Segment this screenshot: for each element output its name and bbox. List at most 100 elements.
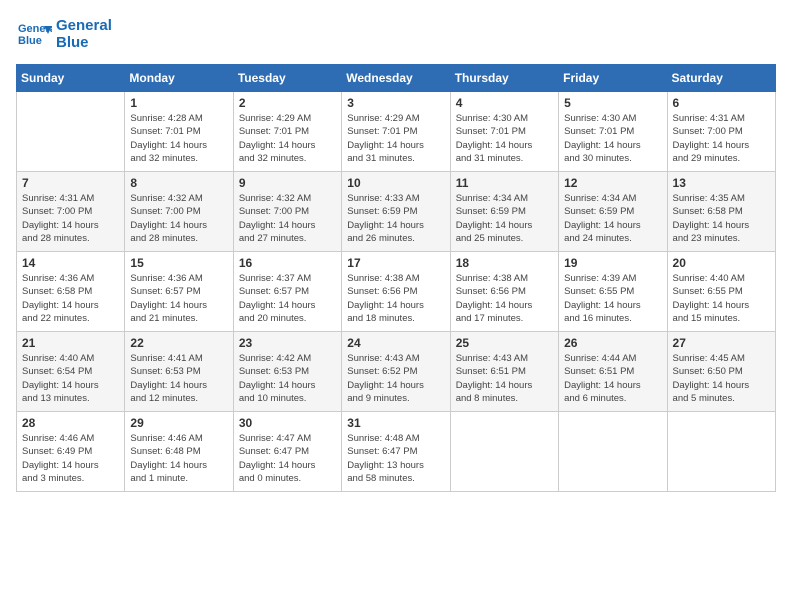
calendar-cell: 30Sunrise: 4:47 AMSunset: 6:47 PMDayligh… [233,412,341,492]
calendar-cell [559,412,667,492]
weekday-wednesday: Wednesday [342,65,450,92]
day-info: Sunrise: 4:32 AMSunset: 7:00 PMDaylight:… [130,192,227,245]
calendar-header: SundayMondayTuesdayWednesdayThursdayFrid… [17,65,776,92]
day-number: 17 [347,256,444,270]
day-number: 21 [22,336,119,350]
day-info: Sunrise: 4:39 AMSunset: 6:55 PMDaylight:… [564,272,661,325]
weekday-monday: Monday [125,65,233,92]
calendar-cell: 9 Sunrise: 4:32 AMSunset: 7:00 PMDaylight… [233,172,341,252]
weekday-header-row: SundayMondayTuesdayWednesdayThursdayFrid… [17,65,776,92]
calendar-cell: 6 Sunrise: 4:31 AMSunset: 7:00 PMDaylight… [667,92,775,172]
day-info: Sunrise: 4:43 AMSunset: 6:51 PMDaylight:… [456,352,553,405]
day-info: Sunrise: 4:29 AMSunset: 7:01 PMDaylight:… [347,112,444,165]
calendar-cell: 1 Sunrise: 4:28 AMSunset: 7:01 PMDaylight… [125,92,233,172]
weekday-tuesday: Tuesday [233,65,341,92]
calendar-cell: 21Sunrise: 4:40 AMSunset: 6:54 PMDayligh… [17,332,125,412]
calendar-cell: 10 Sunrise: 4:33 AMSunset: 6:59 PMDayligh… [342,172,450,252]
calendar-cell: 4Sunrise: 4:30 AMSunset: 7:01 PMDaylight… [450,92,558,172]
day-info: Sunrise: 4:44 AMSunset: 6:51 PMDaylight:… [564,352,661,405]
day-info: Sunrise: 4:32 AMSunset: 7:00 PMDaylight:… [239,192,336,245]
calendar-cell: 16Sunrise: 4:37 AMSunset: 6:57 PMDayligh… [233,252,341,332]
day-number: 18 [456,256,553,270]
calendar-cell: 20 Sunrise: 4:40 AMSunset: 6:55 PMDayligh… [667,252,775,332]
day-number: 29 [130,416,227,430]
day-number: 6 [673,96,770,110]
day-number: 2 [239,96,336,110]
calendar-cell: 29 Sunrise: 4:46 AMSunset: 6:48 PMDayligh… [125,412,233,492]
week-row-2: 7Sunrise: 4:31 AMSunset: 7:00 PMDaylight… [17,172,776,252]
svg-text:Blue: Blue [18,35,42,47]
day-info: Sunrise: 4:36 AMSunset: 6:58 PMDaylight:… [22,272,119,325]
calendar-cell: 13Sunrise: 4:35 AMSunset: 6:58 PMDayligh… [667,172,775,252]
calendar-cell: 23 Sunrise: 4:42 AMSunset: 6:53 PMDayligh… [233,332,341,412]
week-row-3: 14Sunrise: 4:36 AMSunset: 6:58 PMDayligh… [17,252,776,332]
day-number: 10 [347,176,444,190]
day-info: Sunrise: 4:31 AMSunset: 7:00 PMDaylight:… [673,112,770,165]
day-number: 11 [456,176,553,190]
calendar-cell: 25 Sunrise: 4:43 AMSunset: 6:51 PMDayligh… [450,332,558,412]
day-info: Sunrise: 4:38 AMSunset: 6:56 PMDaylight:… [347,272,444,325]
calendar-cell: 2 Sunrise: 4:29 AMSunset: 7:01 PMDaylight… [233,92,341,172]
day-info: Sunrise: 4:33 AMSunset: 6:59 PMDaylight:… [347,192,444,245]
calendar-cell [17,92,125,172]
logo: General Blue GeneralBlue [16,16,112,52]
calendar-cell: 12Sunrise: 4:34 AMSunset: 6:59 PMDayligh… [559,172,667,252]
day-number: 16 [239,256,336,270]
day-info: Sunrise: 4:30 AMSunset: 7:01 PMDaylight:… [564,112,661,165]
calendar-cell: 5 Sunrise: 4:30 AMSunset: 7:01 PMDaylight… [559,92,667,172]
weekday-thursday: Thursday [450,65,558,92]
day-number: 22 [130,336,227,350]
calendar-cell [667,412,775,492]
calendar-cell: 3Sunrise: 4:29 AMSunset: 7:01 PMDaylight… [342,92,450,172]
day-info: Sunrise: 4:47 AMSunset: 6:47 PMDaylight:… [239,432,336,485]
day-info: Sunrise: 4:35 AMSunset: 6:58 PMDaylight:… [673,192,770,245]
weekday-sunday: Sunday [17,65,125,92]
calendar-cell: 7Sunrise: 4:31 AMSunset: 7:00 PMDaylight… [17,172,125,252]
calendar-cell: 22 Sunrise: 4:41 AMSunset: 6:53 PMDayligh… [125,332,233,412]
day-info: Sunrise: 4:38 AMSunset: 6:56 PMDaylight:… [456,272,553,325]
day-info: Sunrise: 4:30 AMSunset: 7:01 PMDaylight:… [456,112,553,165]
day-number: 15 [130,256,227,270]
calendar-cell: 15 Sunrise: 4:36 AMSunset: 6:57 PMDayligh… [125,252,233,332]
weekday-saturday: Saturday [667,65,775,92]
day-info: Sunrise: 4:46 AMSunset: 6:48 PMDaylight:… [130,432,227,485]
calendar-cell: 8Sunrise: 4:32 AMSunset: 7:00 PMDaylight… [125,172,233,252]
calendar-cell: 17 Sunrise: 4:38 AMSunset: 6:56 PMDayligh… [342,252,450,332]
weekday-friday: Friday [559,65,667,92]
page-header: General Blue GeneralBlue [16,16,776,52]
calendar-cell: 27 Sunrise: 4:45 AMSunset: 6:50 PMDayligh… [667,332,775,412]
calendar-cell: 11 Sunrise: 4:34 AMSunset: 6:59 PMDayligh… [450,172,558,252]
calendar-cell: 26Sunrise: 4:44 AMSunset: 6:51 PMDayligh… [559,332,667,412]
day-info: Sunrise: 4:29 AMSunset: 7:01 PMDaylight:… [239,112,336,165]
day-number: 7 [22,176,119,190]
day-number: 20 [673,256,770,270]
day-info: Sunrise: 4:41 AMSunset: 6:53 PMDaylight:… [130,352,227,405]
day-number: 19 [564,256,661,270]
day-number: 12 [564,176,661,190]
day-number: 27 [673,336,770,350]
day-number: 5 [564,96,661,110]
day-number: 1 [130,96,227,110]
logo-text: GeneralBlue [56,17,112,51]
day-info: Sunrise: 4:46 AMSunset: 6:49 PMDaylight:… [22,432,119,485]
week-row-1: 1 Sunrise: 4:28 AMSunset: 7:01 PMDaylight… [17,92,776,172]
day-number: 25 [456,336,553,350]
day-info: Sunrise: 4:34 AMSunset: 6:59 PMDaylight:… [456,192,553,245]
calendar-body: 1 Sunrise: 4:28 AMSunset: 7:01 PMDaylight… [17,92,776,492]
day-number: 28 [22,416,119,430]
day-number: 23 [239,336,336,350]
day-info: Sunrise: 4:36 AMSunset: 6:57 PMDaylight:… [130,272,227,325]
calendar-cell: 28 Sunrise: 4:46 AMSunset: 6:49 PMDayligh… [17,412,125,492]
day-info: Sunrise: 4:28 AMSunset: 7:01 PMDaylight:… [130,112,227,165]
day-info: Sunrise: 4:45 AMSunset: 6:50 PMDaylight:… [673,352,770,405]
calendar-cell: 24 Sunrise: 4:43 AMSunset: 6:52 PMDayligh… [342,332,450,412]
week-row-5: 28 Sunrise: 4:46 AMSunset: 6:49 PMDayligh… [17,412,776,492]
day-number: 24 [347,336,444,350]
calendar-table: SundayMondayTuesdayWednesdayThursdayFrid… [16,64,776,492]
day-info: Sunrise: 4:48 AMSunset: 6:47 PMDaylight:… [347,432,444,485]
day-info: Sunrise: 4:43 AMSunset: 6:52 PMDaylight:… [347,352,444,405]
day-info: Sunrise: 4:42 AMSunset: 6:53 PMDaylight:… [239,352,336,405]
week-row-4: 21Sunrise: 4:40 AMSunset: 6:54 PMDayligh… [17,332,776,412]
day-info: Sunrise: 4:40 AMSunset: 6:55 PMDaylight:… [673,272,770,325]
day-number: 9 [239,176,336,190]
